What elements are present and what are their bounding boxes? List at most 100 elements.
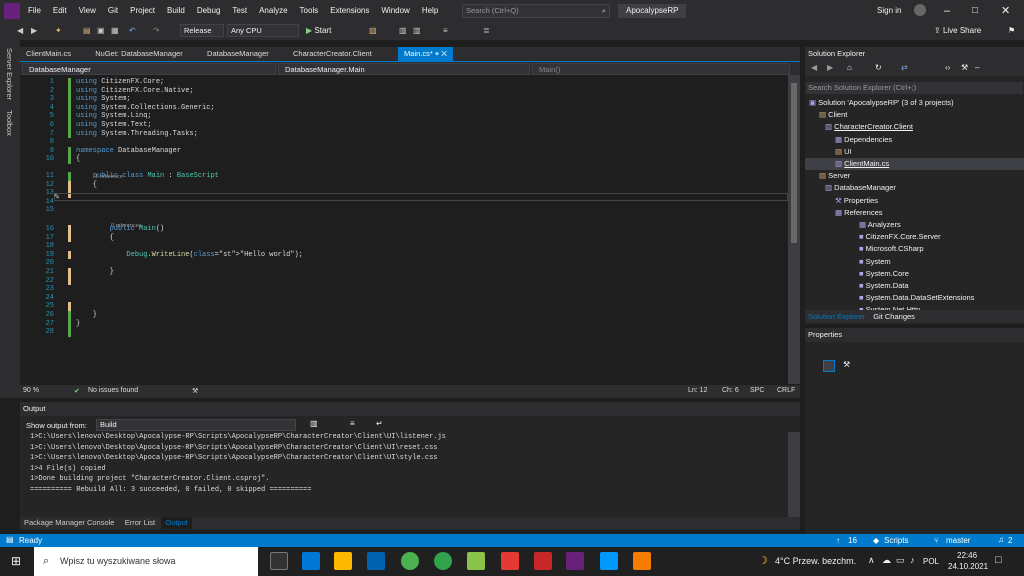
account-icon[interactable]: [914, 4, 926, 16]
tab-output[interactable]: Output: [161, 517, 192, 529]
code-editor[interactable]: 1 using CitizenFX.Core; 2 using CitizenFX.C…: [20, 75, 788, 384]
zoom-level[interactable]: 90 %: [23, 387, 39, 394]
app-icon[interactable]: [633, 552, 651, 570]
forward-icon[interactable]: ▶: [827, 63, 833, 72]
project-dropdown[interactable]: DatabaseManager: [22, 63, 276, 75]
save-icon[interactable]: ▣: [94, 24, 108, 38]
clock-time[interactable]: 22:46: [957, 551, 977, 560]
back-icon[interactable]: ◀: [811, 63, 817, 72]
wrench-icon[interactable]: ⚒: [961, 63, 968, 72]
clock-date[interactable]: 24.10.2021: [948, 562, 988, 571]
solution-tree-item[interactable]: ■ Microsoft.CSharp: [805, 243, 1024, 255]
tab-nuget[interactable]: NuGet: DatabaseManager: [89, 47, 189, 61]
solution-tree-item[interactable]: ▦ Dependencies: [805, 134, 1024, 146]
type-dropdown[interactable]: DatabaseManager.Main: [278, 63, 530, 75]
notifications-count[interactable]: 2: [1008, 536, 1012, 545]
close-icon[interactable]: ✕: [1001, 0, 1010, 22]
whitespace-indicator[interactable]: SPC: [750, 387, 764, 394]
back-icon[interactable]: ◀: [14, 24, 26, 38]
visual-studio-icon[interactable]: [566, 552, 584, 570]
member-dropdown[interactable]: Main(): [532, 63, 790, 75]
refresh-icon[interactable]: ⇄: [901, 63, 908, 72]
app-icon[interactable]: [501, 552, 519, 570]
line-ending-indicator[interactable]: CRLF: [777, 387, 795, 394]
scroll-thumb[interactable]: [791, 83, 797, 243]
close-tab-icon[interactable]: ✕: [441, 49, 447, 58]
home-icon[interactable]: ⌂: [847, 63, 852, 72]
tray-chevron-icon[interactable]: ∧: [868, 555, 875, 566]
output-scrollbar[interactable]: [788, 432, 800, 517]
menu-help[interactable]: Help: [416, 0, 444, 22]
maximize-icon[interactable]: □: [972, 0, 978, 22]
redo-icon[interactable]: ↷: [150, 24, 163, 38]
solution-search-input[interactable]: Search Solution Explorer (Ctrl+;): [806, 82, 1023, 94]
menu-debug[interactable]: Debug: [191, 0, 227, 22]
solution-tree-item[interactable]: ▦ References: [805, 207, 1024, 219]
app-icon[interactable]: [534, 552, 552, 570]
tab-solution-explorer[interactable]: Solution Explorer: [805, 312, 865, 321]
solution-tree-item[interactable]: ▦ Analyzers: [805, 219, 1024, 231]
solution-tree-item[interactable]: ▤ Client: [805, 109, 1024, 121]
vscode-icon[interactable]: [600, 552, 618, 570]
wrench-icon[interactable]: ⚒: [843, 360, 850, 369]
tab-git-changes[interactable]: Git Changes: [867, 312, 915, 321]
class-references-lens[interactable]: 1 reference: [95, 174, 123, 180]
code-icon[interactable]: ‹›: [945, 63, 950, 72]
property-pages-icon[interactable]: [823, 360, 835, 372]
editor-scrollbar[interactable]: [788, 75, 800, 384]
onedrive-icon[interactable]: ☁: [882, 555, 891, 566]
goto-error-icon[interactable]: ▥: [310, 419, 318, 428]
solution-tree-item[interactable]: ▤ Server: [805, 170, 1024, 182]
repository-name[interactable]: Scripts: [884, 536, 908, 545]
solution-tree-item[interactable]: ▤ UI: [805, 146, 1024, 158]
pin-icon[interactable]: –: [975, 63, 979, 72]
sign-in-link[interactable]: Sign in: [877, 0, 901, 22]
undo-icon[interactable]: ↶: [126, 24, 139, 38]
start-button[interactable]: ▶ Start: [306, 24, 331, 38]
tab-databasemanager[interactable]: DatabaseManager: [201, 47, 275, 61]
feedback-icon[interactable]: ⚑: [1008, 24, 1015, 38]
open-folder-icon[interactable]: ▤: [80, 24, 94, 38]
weather-text[interactable]: 4°C Przew. bezchm.: [775, 547, 856, 576]
save-all-icon[interactable]: ▦: [108, 24, 122, 38]
solution-tree-item[interactable]: ▧ CharacterCreator.Client: [805, 121, 1024, 133]
clear-all-icon[interactable]: ≡: [350, 419, 355, 428]
tab-clientmain[interactable]: ClientMain.cs: [20, 47, 77, 61]
solution-tree-item[interactable]: ■ System: [805, 256, 1024, 268]
menu-view[interactable]: View: [73, 0, 102, 22]
forward-icon[interactable]: ▶: [28, 24, 40, 38]
solution-tree-item[interactable]: ⚒ Properties: [805, 195, 1024, 207]
toolbar-tool-icon[interactable]: ≣: [480, 24, 493, 38]
solution-tree-item[interactable]: ■ System.Data: [805, 280, 1024, 292]
file-explorer-icon[interactable]: [334, 552, 352, 570]
battery-icon[interactable]: ▭: [896, 555, 905, 566]
toolbox-tab[interactable]: Toolbox: [5, 110, 14, 136]
live-share-button[interactable]: ⇪ Live Share: [934, 24, 981, 38]
solution-tree-item[interactable]: ■ System.Core: [805, 268, 1024, 280]
language-indicator[interactable]: POL: [923, 547, 939, 576]
taskbar-search-box[interactable]: ⌕ Wpisz tu wyszukiwane słowa: [34, 547, 258, 576]
brush-icon[interactable]: ⚒: [192, 387, 198, 395]
output-source-select[interactable]: Build: [96, 419, 296, 431]
volume-icon[interactable]: ♪: [910, 555, 915, 565]
solution-tree-item[interactable]: ▥ ClientMain.cs: [805, 158, 1024, 170]
notifications-icon[interactable]: ♫: [998, 535, 1004, 544]
solution-tree-item[interactable]: ■ System.Data.DataSetExtensions: [805, 292, 1024, 304]
solution-tree-item[interactable]: ■ CitizenFX.Core.Server: [805, 231, 1024, 243]
menu-analyze[interactable]: Analyze: [253, 0, 293, 22]
menu-build[interactable]: Build: [161, 0, 191, 22]
new-project-icon[interactable]: ✦: [52, 24, 65, 38]
menu-window[interactable]: Window: [375, 0, 415, 22]
sync-icon[interactable]: ↻: [875, 63, 882, 72]
tab-package-manager[interactable]: Package Manager Console: [20, 517, 118, 529]
task-view-icon[interactable]: [270, 552, 288, 570]
app-icon[interactable]: [467, 552, 485, 570]
toolbar-tool-icon[interactable]: ≡: [440, 24, 451, 38]
menu-git[interactable]: Git: [102, 0, 124, 22]
menu-tools[interactable]: Tools: [294, 0, 325, 22]
search-input[interactable]: Search (Ctrl+Q) ⌕: [462, 4, 610, 18]
configuration-select[interactable]: Release: [180, 24, 224, 37]
solution-tree-item[interactable]: ▧ DatabaseManager: [805, 182, 1024, 194]
server-explorer-tab[interactable]: Server Explorer: [5, 48, 14, 100]
notification-center-icon[interactable]: □: [995, 554, 1002, 566]
